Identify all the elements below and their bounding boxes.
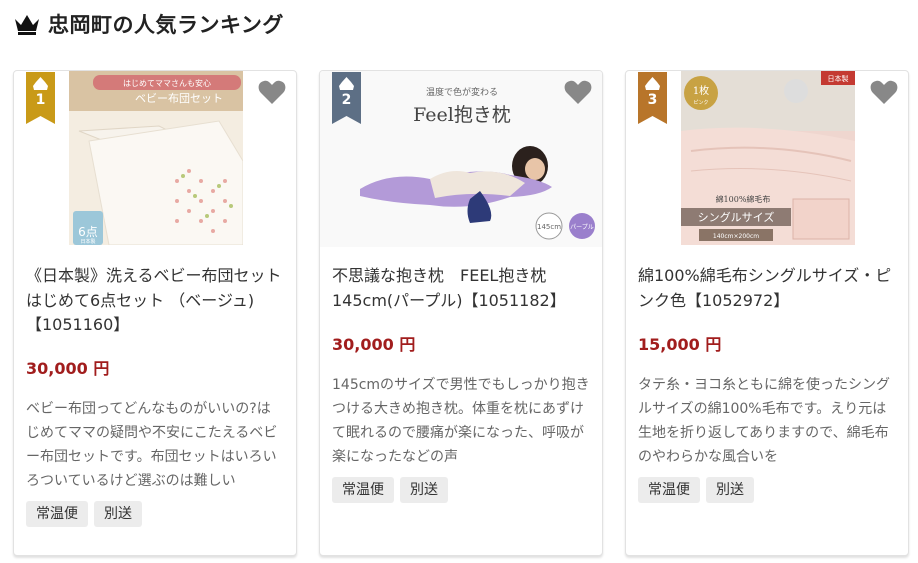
image-size-text: 145cm xyxy=(537,223,561,231)
tag-separate-shipping: 別送 xyxy=(400,477,448,503)
rank-badge: 1 xyxy=(26,72,55,124)
product-image[interactable]: 日本製 1枚 ピンク 綿100%綿毛布 シングルサイズ 140cm×200cm xyxy=(681,71,855,245)
image-dims-text: 140cm×200cm xyxy=(713,233,759,240)
tag-list: 常温便 別送 xyxy=(26,501,142,527)
image-title-text: Feel抱き枕 xyxy=(413,104,511,126)
image-made-text: 日本製 xyxy=(828,74,849,83)
image-badge-sub-text: ピンク xyxy=(693,100,708,106)
product-description: ベビー布団ってどんなものがいいの?はじめてママの疑問や不安にこたえるベビー布団セ… xyxy=(26,401,278,489)
tag-shipping-temp: 常温便 xyxy=(332,477,394,503)
product-name[interactable]: 《日本製》洗えるベビー布団セット はじめて6点セット （ベージュ)【105116… xyxy=(26,264,288,338)
rank-number: 2 xyxy=(341,92,352,108)
tag-list: 常温便 別送 xyxy=(332,477,448,503)
image-made-text: 日本製 xyxy=(80,238,95,245)
image-title-text: ベビー布団セット xyxy=(135,92,223,105)
image-title2-text: シングルサイズ xyxy=(698,210,775,224)
image-count-text: 6点 xyxy=(78,225,98,239)
product-thumbnail[interactable]: 日本製 1枚 ピンク 綿100%綿毛布 シングルサイズ 140cm×200cm … xyxy=(626,71,908,247)
image-subtitle-text: 温度で色が変わる xyxy=(426,86,498,98)
product-image[interactable]: 温度で色が変わる Feel抱き枕 145cm パープル xyxy=(320,71,602,247)
product-price: 30,000 円 xyxy=(26,359,110,378)
tag-shipping-temp: 常温便 xyxy=(26,501,88,527)
product-thumbnail[interactable]: はじめてママさんも安心 ベビー布団セット 6点 日本製 1 xyxy=(14,71,296,247)
product-price: 15,000 円 xyxy=(638,335,722,354)
product-thumbnail[interactable]: 温度で色が変わる Feel抱き枕 145cm パープル 2 xyxy=(320,71,602,247)
tag-separate-shipping: 別送 xyxy=(94,501,142,527)
product-image[interactable]: はじめてママさんも安心 ベビー布団セット 6点 日本製 xyxy=(69,71,243,245)
rank-badge: 2 xyxy=(332,72,361,124)
product-name[interactable]: 綿100%綿毛布シングルサイズ・ピンク色【1052972】 xyxy=(638,264,900,313)
product-card-3[interactable]: 日本製 1枚 ピンク 綿100%綿毛布 シングルサイズ 140cm×200cm … xyxy=(625,70,909,556)
tag-separate-shipping: 別送 xyxy=(706,477,754,503)
rank-badge: 3 xyxy=(638,72,667,124)
crown-icon xyxy=(15,15,39,35)
tag-list: 常温便 別送 xyxy=(638,477,754,503)
image-badge-text: 1枚 xyxy=(693,84,709,97)
favorite-button[interactable] xyxy=(564,79,592,107)
image-title1-text: 綿100%綿毛布 xyxy=(716,194,771,204)
product-description: 145cmのサイズで男性でもしっかり抱きつける大きめ抱き枕。体重を枕にあずけて眠… xyxy=(332,377,590,465)
product-price: 30,000 円 xyxy=(332,335,416,354)
tag-shipping-temp: 常温便 xyxy=(638,477,700,503)
ranking-header: 忠岡町の人気ランキング xyxy=(14,8,284,40)
product-card-2[interactable]: 温度で色が変わる Feel抱き枕 145cm パープル 2 不思議な抱き枕 FE… xyxy=(319,70,603,556)
favorite-button[interactable] xyxy=(258,79,286,107)
heart-icon xyxy=(564,80,592,104)
heart-icon xyxy=(870,80,898,104)
product-description: タテ糸・ヨコ糸ともに綿を使ったシングルサイズの綿100%毛布です。えり元は生地を… xyxy=(638,377,890,465)
heart-icon xyxy=(258,80,286,104)
image-color-text: パープル xyxy=(570,224,594,231)
image-banner-text: はじめてママさんも安心 xyxy=(123,78,211,88)
rank-number: 3 xyxy=(647,92,658,108)
rank-number: 1 xyxy=(35,92,46,108)
favorite-button[interactable] xyxy=(870,79,898,107)
product-name[interactable]: 不思議な抱き枕 FEEL抱き枕 145cm(パープル)【1051182】 xyxy=(332,264,594,313)
product-card-1[interactable]: はじめてママさんも安心 ベビー布団セット 6点 日本製 1 《日本製》洗えるベビ… xyxy=(13,70,297,556)
page-title: 忠岡町の人気ランキング xyxy=(48,13,284,37)
